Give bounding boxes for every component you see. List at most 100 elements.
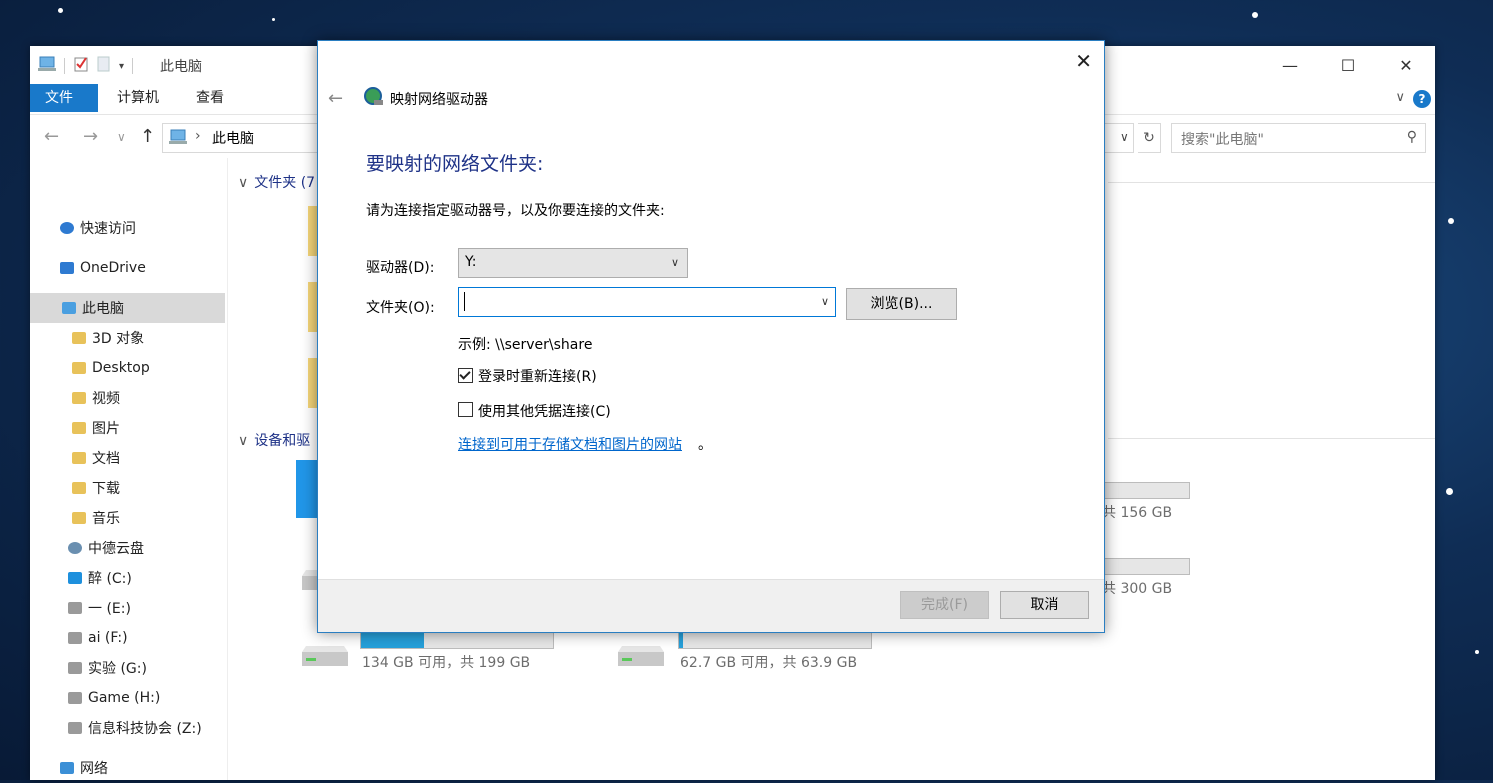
- properties-icon[interactable]: [73, 56, 89, 76]
- hard-drive-icon[interactable]: [300, 642, 350, 670]
- sidebar-item[interactable]: Game (H:): [30, 683, 225, 713]
- drive-usage-bar: [1098, 482, 1190, 499]
- up-arrow-icon[interactable]: ↑: [140, 126, 155, 147]
- background-star: [1448, 218, 1454, 224]
- drive-icon: [68, 662, 82, 674]
- downloads-folder-icon: [72, 482, 86, 494]
- expand-ribbon-icon[interactable]: ∨: [1395, 90, 1405, 105]
- sidebar-item-label: 快速访问: [80, 221, 136, 237]
- tab-computer[interactable]: 计算机: [101, 84, 175, 112]
- windows-drive-icon: [68, 572, 82, 584]
- sidebar-item[interactable]: 此电脑: [30, 293, 225, 323]
- refresh-icon[interactable]: ↻: [1138, 123, 1161, 153]
- collapse-chevron-icon[interactable]: ∨: [238, 175, 248, 191]
- sidebar-item-label: 此电脑: [82, 301, 124, 317]
- sidebar-item[interactable]: 中德云盘: [30, 533, 225, 563]
- quick-access-toolbar: ▾: [38, 56, 134, 76]
- chevron-down-icon[interactable]: ∨: [821, 295, 829, 308]
- drive-letter-value: Y:: [465, 254, 477, 270]
- sidebar-item[interactable]: 快速访问: [30, 213, 225, 243]
- sidebar-item[interactable]: 信息科技协会 (Z:): [30, 713, 225, 743]
- pc-icon: [62, 302, 76, 314]
- maximize-button[interactable]: ☐: [1319, 46, 1377, 84]
- folder-path-input[interactable]: ∨: [458, 287, 836, 317]
- drive-letter-select[interactable]: Y: ∨: [458, 248, 688, 278]
- sidebar-item[interactable]: 一 (E:): [30, 593, 225, 623]
- pictures-folder-icon: [72, 422, 86, 434]
- devices-group-header[interactable]: ∨ 设备和驱: [238, 430, 310, 450]
- music-folder-icon: [72, 512, 86, 524]
- drive-icon: [68, 602, 82, 614]
- link-period: 。: [698, 437, 712, 453]
- back-arrow-icon[interactable]: ←: [328, 88, 343, 109]
- toolbar-divider: [132, 58, 134, 74]
- star-icon: [60, 222, 74, 234]
- reconnect-label[interactable]: 登录时重新连接(R): [478, 366, 597, 386]
- sidebar-item[interactable]: ai (F:): [30, 623, 225, 653]
- close-button[interactable]: ✕: [1377, 46, 1435, 84]
- tab-file[interactable]: 文件: [30, 84, 98, 112]
- dialog-heading: 要映射的网络文件夹:: [366, 153, 544, 175]
- folder-label: 文件夹(O):: [366, 300, 435, 316]
- folders-group-header[interactable]: ∨ 文件夹 (7: [238, 172, 315, 192]
- pc-icon: [38, 56, 56, 76]
- tab-view[interactable]: 查看: [180, 84, 240, 112]
- folder-3d-icon: [72, 332, 86, 344]
- navigation-pane: 快速访问 OneDrive 此电脑 3D 对象 Desktop 视频 图片文档下载音乐 中德云…: [30, 158, 228, 780]
- other-credentials-label[interactable]: 使用其他凭据连接(C): [478, 401, 611, 421]
- sidebar-item-label: OneDrive: [80, 260, 146, 276]
- breadcrumb-chevron-icon[interactable]: ›: [195, 128, 201, 144]
- new-folder-icon[interactable]: [97, 56, 111, 76]
- drive-icon: [68, 692, 82, 704]
- search-icon: ⚲: [1406, 129, 1417, 145]
- sidebar-item[interactable]: 醉 (C:): [30, 563, 225, 593]
- sidebar-item[interactable]: 实验 (G:): [30, 653, 225, 683]
- window-title: 此电脑: [160, 59, 202, 75]
- sidebar-item[interactable]: 下载: [30, 473, 225, 503]
- close-icon[interactable]: ✕: [1075, 51, 1092, 71]
- sidebar-item[interactable]: 视频: [30, 383, 225, 413]
- forward-arrow-icon[interactable]: →: [83, 126, 98, 147]
- collapse-chevron-icon[interactable]: ∨: [238, 433, 248, 449]
- sidebar-item[interactable]: OneDrive: [30, 253, 225, 283]
- sidebar-item[interactable]: 3D 对象: [30, 323, 225, 353]
- text-caret: [464, 292, 465, 311]
- website-link[interactable]: 连接到可用于存储文档和图片的网站: [458, 434, 682, 454]
- drive-capacity-text: 共 300 GB: [1102, 581, 1173, 597]
- recent-locations-icon[interactable]: ∨: [117, 130, 126, 144]
- sidebar-item-label: Desktop: [92, 360, 150, 376]
- sidebar-item[interactable]: Desktop: [30, 353, 225, 383]
- sidebar-item-label: 醉 (C:): [88, 571, 132, 587]
- drive-usage-bar: [1098, 558, 1190, 575]
- cloud-disk-app-icon[interactable]: [296, 460, 318, 518]
- sidebar-item[interactable]: 文档: [30, 443, 225, 473]
- cancel-button[interactable]: 取消: [1000, 591, 1089, 619]
- customize-qat-icon[interactable]: ▾: [119, 61, 124, 72]
- sidebar-item-label: 下载: [92, 481, 120, 497]
- search-input[interactable]: 搜索"此电脑" ⚲: [1171, 123, 1426, 153]
- cloud-icon: [60, 262, 74, 274]
- sidebar-item[interactable]: 网络: [30, 753, 225, 783]
- sidebar-item-label: 实验 (G:): [88, 661, 147, 677]
- toolbar-divider: [64, 58, 65, 74]
- background-star: [272, 18, 275, 21]
- finish-button[interactable]: 完成(F): [900, 591, 989, 619]
- pc-icon: [169, 129, 187, 149]
- desktop-folder-icon: [72, 362, 86, 374]
- group-divider: [1108, 438, 1435, 439]
- hard-drive-icon[interactable]: [616, 642, 666, 670]
- address-dropdown-icon[interactable]: ∨: [1120, 130, 1129, 144]
- sidebar-item-label: Game (H:): [88, 690, 161, 706]
- back-arrow-icon[interactable]: ←: [44, 126, 59, 147]
- breadcrumb[interactable]: 此电脑: [212, 128, 254, 148]
- sidebar-item[interactable]: 图片: [30, 413, 225, 443]
- reconnect-checkbox[interactable]: [458, 368, 473, 383]
- group-divider: [1108, 182, 1435, 183]
- sidebar-item[interactable]: 音乐: [30, 503, 225, 533]
- browse-button[interactable]: 浏览(B)...: [846, 288, 957, 320]
- other-credentials-checkbox[interactable]: [458, 402, 473, 417]
- cloud-disk-icon: [68, 542, 82, 554]
- minimize-button[interactable]: —: [1261, 46, 1319, 84]
- help-icon[interactable]: ?: [1413, 90, 1431, 108]
- sidebar-item-label: 文档: [92, 451, 120, 467]
